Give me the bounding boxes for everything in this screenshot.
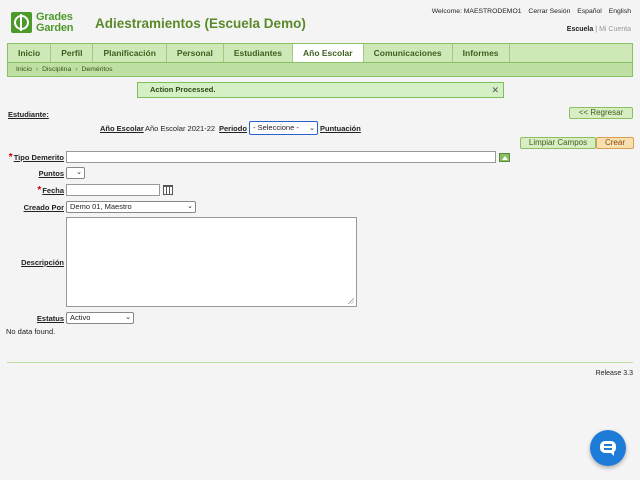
chat-line [604,444,612,446]
spanish-link[interactable]: Español [577,8,602,15]
puntos-field-label: Puntos [8,169,64,178]
main-nav: Inicio Perfil Planificación Personal Est… [7,43,633,62]
fecha-label: Fecha [42,186,64,195]
period-label: Periodo [219,124,247,133]
status-message-text: Action Processed. [150,85,216,94]
creado-por-select[interactable]: Demo 01, Maestro ⌄ [66,201,196,213]
creado-por-field-label: Creado Por [8,203,64,212]
english-link[interactable]: English [609,8,631,15]
arrow-up-icon[interactable] [499,153,510,162]
breadcrumb: Inicio › Disciplina › Deméritos [7,62,633,77]
school-year-label: Año Escolar [100,124,144,133]
descripcion-textarea[interactable] [66,217,357,307]
creado-por-label: Creado Por [23,203,64,212]
score-label: Puntuación [320,124,361,133]
welcome-text: Welcome: MAESTRODEMO1 [431,8,522,15]
required-marker: * [37,185,42,196]
separator: | [595,26,598,33]
student-label: Estudiante: [8,110,49,119]
tipo-demerito-field-label: *Tipo Demerito [8,152,64,163]
release-text: Release 3.3 [595,370,633,377]
logout-link[interactable]: Cerrar Sesión [528,8,570,15]
breadcrumb-disciplina[interactable]: Disciplina [42,66,71,73]
tipo-demerito-label: Tipo Demerito [13,153,64,162]
account-links: Escuela | Mi Cuenta [567,26,631,33]
school-link[interactable]: Escuela [567,26,593,33]
globe-icon [11,12,32,33]
back-button[interactable]: << Regresar [569,107,633,119]
chevron-right-icon: › [75,66,78,73]
close-icon[interactable]: ✕ [491,83,499,97]
tab-ano-escolar[interactable]: Año Escolar [293,44,364,62]
puntos-select[interactable]: ⌄ [66,167,85,179]
creado-por-select-value: Demo 01, Maestro [70,202,132,211]
chat-button[interactable] [590,430,626,466]
chevron-down-icon: ⌄ [125,314,131,321]
chevron-right-icon: › [35,66,39,73]
period-select[interactable]: - Seleccione - ⌄ [249,121,318,135]
resize-handle-icon[interactable] [348,298,354,304]
fecha-field-label: *Fecha [8,185,64,196]
descripcion-label: Descripción [21,258,64,267]
tab-inicio[interactable]: Inicio [8,44,52,62]
period-select-value: - Seleccione - [253,123,299,132]
estatus-label: Estatus [36,314,64,323]
estatus-field-label: Estatus [8,314,64,323]
footer-divider [7,362,633,363]
fecha-input[interactable] [66,184,160,196]
estatus-select[interactable]: Activo ⌄ [66,312,134,324]
tab-planificacion[interactable]: Planificación [93,44,167,62]
required-marker: * [8,152,13,163]
tab-perfil[interactable]: Perfil [51,44,94,62]
clear-fields-button[interactable]: Limpiar Campos [520,137,596,149]
school-year-value: Año Escolar 2021-22 [145,124,216,133]
tab-personal[interactable]: Personal [167,44,224,62]
chevron-down-icon: ⌄ [76,169,82,176]
estatus-select-value: Activo [70,313,91,322]
breadcrumb-demeritos: Deméritos [81,66,113,73]
chat-bubble-icon [600,441,616,456]
no-data-text: No data found. [6,327,56,336]
tab-comunicaciones[interactable]: Comunicaciones [364,44,453,62]
tab-estudiantes[interactable]: Estudiantes [224,44,293,62]
my-account-link[interactable]: Mi Cuenta [599,26,631,33]
calendar-icon[interactable] [163,185,173,195]
top-links: Welcome: MAESTRODEMO1 Cerrar Sesión Espa… [427,8,631,15]
create-button[interactable]: Crear [596,137,634,149]
descripcion-field-label: Descripción [8,258,64,267]
grades-garden-logo[interactable]: Grades Garden [11,11,86,35]
tab-informes[interactable]: Informes [453,44,510,62]
status-message: Action Processed. ✕ [137,82,504,98]
chevron-down-icon: ⌄ [309,125,315,132]
breadcrumb-inicio[interactable]: Inicio [16,66,32,73]
tipo-demerito-input[interactable] [66,151,496,163]
logo-text-line2: Garden [36,22,74,34]
chevron-down-icon: ⌄ [187,203,193,210]
puntos-label: Puntos [38,169,64,178]
chat-line [604,448,612,450]
app-title: Adiestramientos (Escuela Demo) [95,16,306,31]
